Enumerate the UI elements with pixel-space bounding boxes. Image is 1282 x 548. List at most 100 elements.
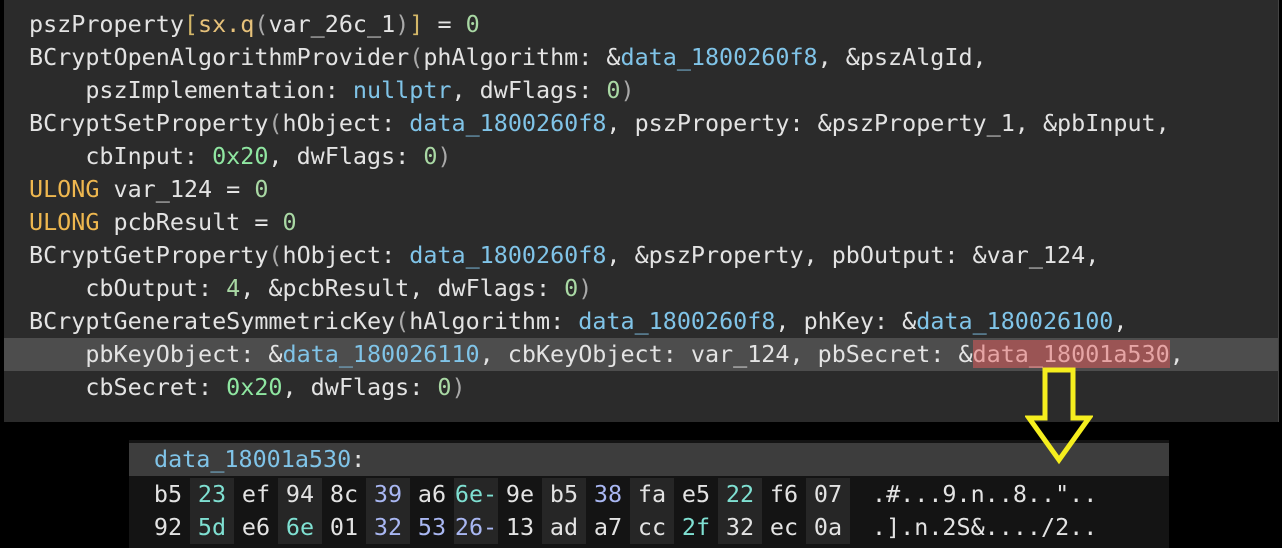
hex-byte[interactable]: fa xyxy=(630,478,674,511)
param-label: hAlgorithm: xyxy=(409,307,579,335)
hex-byte[interactable]: 32 xyxy=(718,511,762,544)
hex-byte[interactable]: e6 xyxy=(234,511,278,544)
selected-data-reference[interactable]: data_18001a530 xyxy=(972,340,1170,368)
code-line-4[interactable]: BCryptSetProperty(hObject: data_1800260f… xyxy=(4,107,1278,140)
hex-byte[interactable]: 53 xyxy=(410,511,454,544)
hex-byte[interactable]: a6 xyxy=(410,478,454,511)
down-arrow-icon xyxy=(1025,367,1093,465)
code-line-3[interactable]: pszImplementation: nullptr, dwFlags: 0) xyxy=(4,74,1278,107)
hex-dump-label[interactable]: data_18001a530 xyxy=(154,445,351,473)
type-name: ULONG xyxy=(29,208,100,236)
hex-byte[interactable]: 0a xyxy=(806,511,850,544)
hex-byte[interactable]: ec xyxy=(762,511,806,544)
hex-byte[interactable]: 07 xyxy=(806,478,850,511)
operator: = xyxy=(423,10,466,38)
code-line-8[interactable]: BCryptGetProperty(hObject: data_1800260f… xyxy=(4,239,1278,272)
number-literal: 0 xyxy=(606,76,621,104)
function-call: sx.q xyxy=(198,10,255,38)
comma: , xyxy=(1169,340,1184,368)
hex-byte[interactable]: 92 xyxy=(146,511,190,544)
type-name: ULONG xyxy=(29,175,100,203)
hex-byte[interactable]: cc xyxy=(630,511,674,544)
param-label: , phKey: & xyxy=(775,307,917,335)
hex-byte[interactable]: f6 xyxy=(762,478,806,511)
ascii-column[interactable]: .].n.2S&..../2.. xyxy=(872,511,1097,544)
variable-decl: pcbResult = xyxy=(99,208,283,236)
hex-byte[interactable]: 6e xyxy=(278,511,322,544)
data-reference[interactable]: data_1800260f8 xyxy=(409,241,606,269)
ascii-column[interactable]: .#...9.n..8..".. xyxy=(872,478,1097,511)
hex-byte[interactable]: 32 xyxy=(366,511,410,544)
hex-dump-view[interactable]: data_18001a530: b5 23 ef 94 8c 39 a6 6e- 9e b5 38 f… xyxy=(129,440,1169,548)
code-line-10[interactable]: BCryptGenerateSymmetricKey(hAlgorithm: d… xyxy=(4,305,1278,338)
function-name: BCryptGenerateSymmetricKey xyxy=(29,307,396,335)
hex-byte[interactable]: 26- xyxy=(454,511,498,544)
number-literal: 0 xyxy=(564,274,579,302)
data-reference[interactable]: data_1800260f8 xyxy=(578,307,775,335)
hex-byte[interactable]: 13 xyxy=(498,511,542,544)
hex-byte[interactable]: 8c xyxy=(322,478,366,511)
paren: ) xyxy=(451,373,466,401)
null-literal: nullptr xyxy=(352,76,452,104)
data-reference[interactable]: data_1800260f8 xyxy=(620,43,817,71)
number-literal: 4 xyxy=(226,274,241,302)
identifier: var_26c_1 xyxy=(268,10,396,38)
hex-byte[interactable]: b5 xyxy=(542,478,586,511)
hex-byte[interactable]: 6e- xyxy=(454,478,498,511)
paren: ( xyxy=(268,109,283,137)
paren: ) xyxy=(578,274,593,302)
param-label: , dwFlags: xyxy=(282,373,438,401)
data-reference[interactable]: data_180026100 xyxy=(916,307,1113,335)
colon: : xyxy=(351,445,366,473)
code-line-6[interactable]: ULONG var_124 = 0 xyxy=(4,173,1278,206)
data-reference[interactable]: data_1800260f8 xyxy=(409,109,606,137)
hex-byte[interactable]: 01 xyxy=(322,511,366,544)
number-literal: 0 xyxy=(437,373,452,401)
hex-literal: 0x20 xyxy=(226,373,283,401)
hex-row-1[interactable]: b5 23 ef 94 8c 39 a6 6e- 9e b5 38 fa e5 22 f6 07 .#...9.… xyxy=(146,478,1097,511)
code-line-2[interactable]: BCryptOpenAlgorithmProvider(phAlgorithm:… xyxy=(4,41,1278,74)
hex-byte[interactable]: 2f xyxy=(674,511,718,544)
param-label: pbKeyObject: & xyxy=(29,340,283,368)
param-label: , dwFlags: xyxy=(268,142,424,170)
code-line-7[interactable]: ULONG pcbResult = 0 xyxy=(4,206,1278,239)
param-label: hObject: xyxy=(282,241,410,269)
bracket: ] xyxy=(409,10,424,38)
paren: ( xyxy=(395,307,410,335)
hex-byte[interactable]: 39 xyxy=(366,478,410,511)
comma: , xyxy=(1113,307,1128,335)
args-text: , &pcbResult, dwFlags: xyxy=(240,274,565,302)
param-label: cbSecret: xyxy=(29,373,227,401)
function-name: BCryptSetProperty xyxy=(29,109,269,137)
hex-byte[interactable]: ad xyxy=(542,511,586,544)
hex-byte[interactable]: b5 xyxy=(146,478,190,511)
hex-byte[interactable]: 38 xyxy=(586,478,630,511)
hex-byte[interactable]: 22 xyxy=(718,478,762,511)
hex-byte[interactable]: 23 xyxy=(190,478,234,511)
paren: ) xyxy=(395,10,410,38)
hex-byte[interactable]: e5 xyxy=(674,478,718,511)
param-label: phAlgorithm: & xyxy=(423,43,621,71)
hex-dump-header: data_18001a530: xyxy=(129,443,1169,476)
code-line-9[interactable]: cbOutput: 4, &pcbResult, dwFlags: 0) xyxy=(4,272,1278,305)
param-label: pszImplementation: xyxy=(29,76,353,104)
hex-byte[interactable]: 5d xyxy=(190,511,234,544)
data-reference[interactable]: data_180026110 xyxy=(282,340,479,368)
hex-byte[interactable]: 94 xyxy=(278,478,322,511)
hex-byte[interactable]: 9e xyxy=(498,478,542,511)
param-label: cbOutput: xyxy=(29,274,227,302)
disassembly-code-view[interactable]: pszProperty[sx.q(var_26c_1)] = 0 BCryptO… xyxy=(4,0,1279,422)
number-literal: 0 xyxy=(465,10,480,38)
function-name: BCryptGetProperty xyxy=(29,241,269,269)
code-line-5[interactable]: cbInput: 0x20, dwFlags: 0) xyxy=(4,140,1278,173)
args-text: , cbKeyObject: var_124, pbSecret: & xyxy=(479,340,973,368)
code-line-1[interactable]: pszProperty[sx.q(var_26c_1)] = 0 xyxy=(4,8,1278,41)
hex-byte[interactable]: a7 xyxy=(586,511,630,544)
bracket: [ xyxy=(183,10,198,38)
hex-literal: 0x20 xyxy=(212,142,269,170)
param-label: hObject: xyxy=(282,109,410,137)
paren: ( xyxy=(254,10,269,38)
hex-byte[interactable]: ef xyxy=(234,478,278,511)
param-label: , dwFlags: xyxy=(451,76,607,104)
hex-row-2[interactable]: 92 5d e6 6e 01 32 53 26- 13 ad a7 cc 2f 32 ec 0a .].n.2S… xyxy=(146,511,1097,544)
